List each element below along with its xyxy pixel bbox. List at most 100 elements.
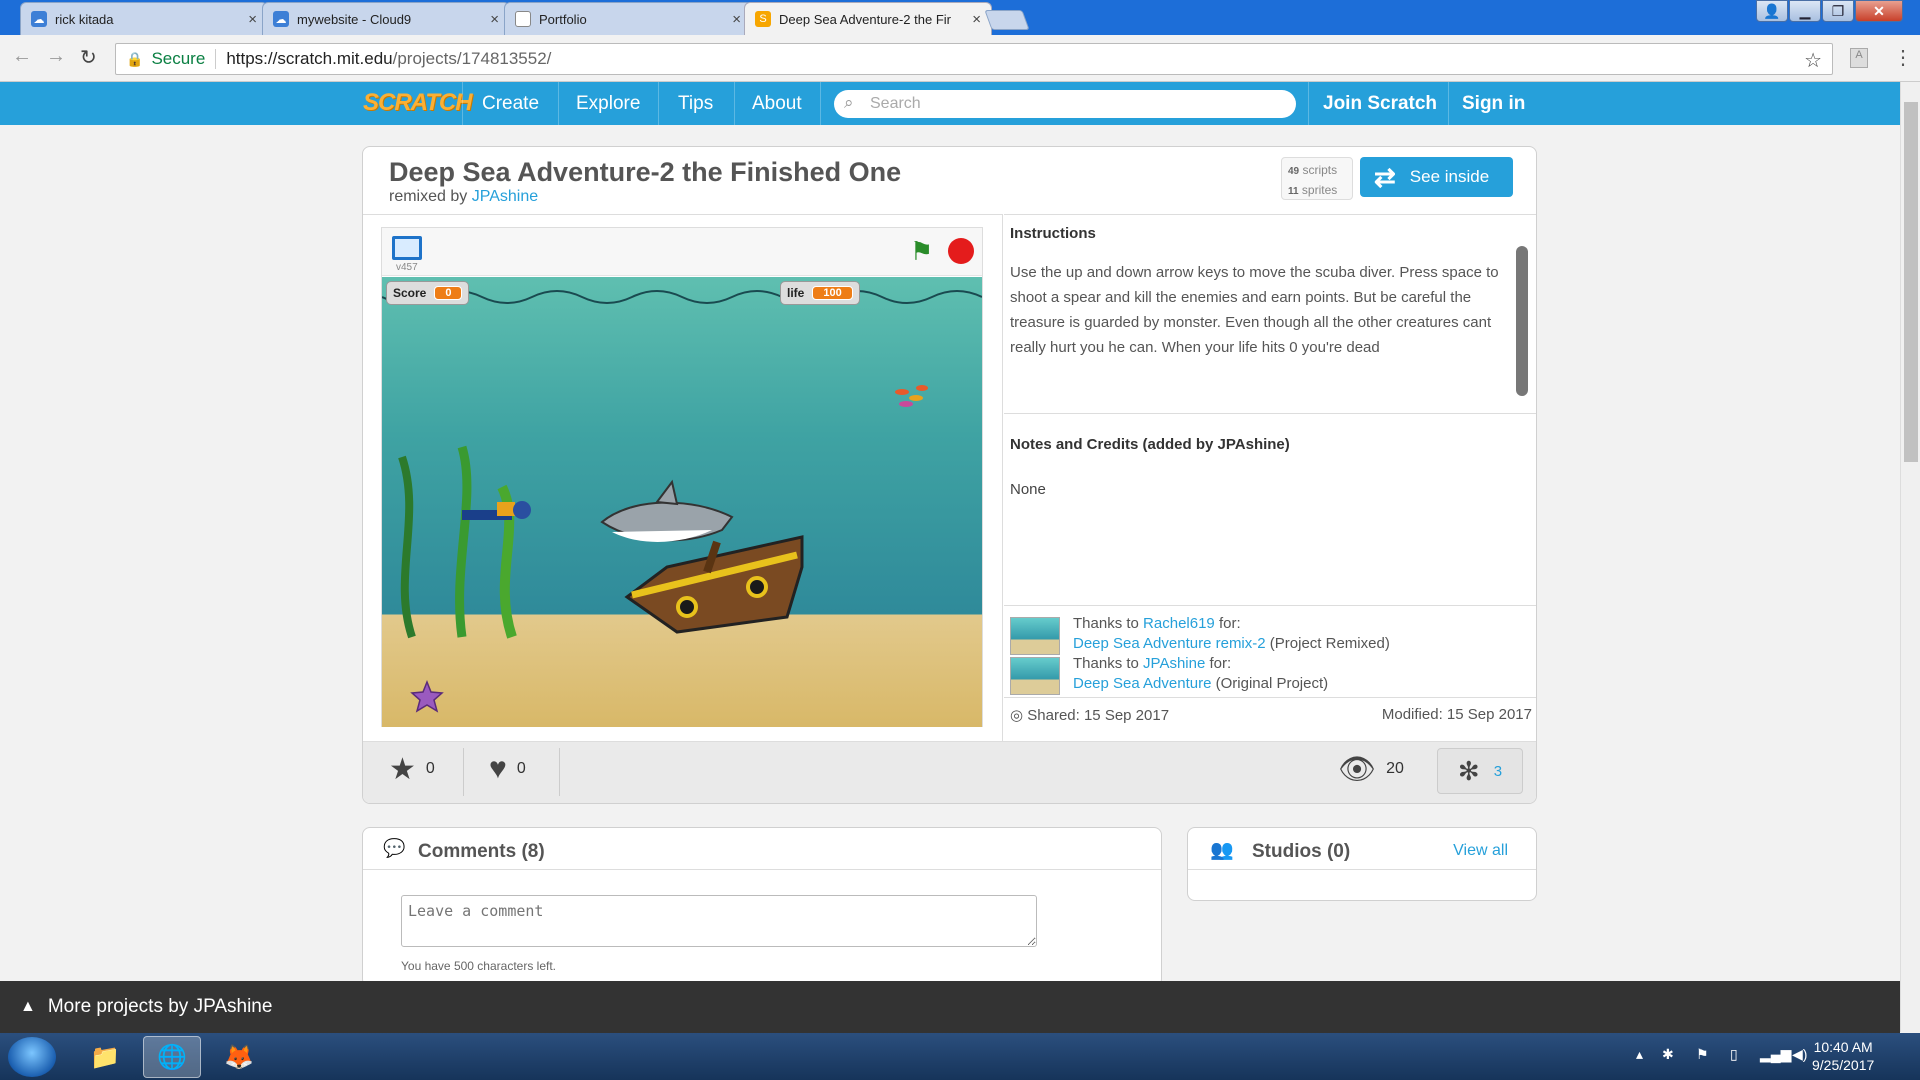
credit-kind: (Project Remixed) <box>1269 635 1390 652</box>
fullscreen-icon[interactable] <box>392 236 422 260</box>
more-projects-bar[interactable]: ▲ More projects by JPAshine <box>0 981 1900 1033</box>
divider <box>559 748 560 796</box>
divider <box>558 82 559 125</box>
stage-scene <box>382 290 982 713</box>
close-icon[interactable]: × <box>490 11 499 28</box>
tab-rick-kitada[interactable]: ☁ rick kitada × <box>20 2 268 35</box>
scrollbar-thumb[interactable] <box>1904 102 1918 462</box>
scratch-logo[interactable]: SCRATCH <box>363 89 473 117</box>
tab-deep-sea-adventure[interactable]: S Deep Sea Adventure-2 the Fir × <box>744 2 992 35</box>
nav-create[interactable]: Create <box>482 93 539 115</box>
nav-about[interactable]: About <box>752 93 802 115</box>
speech-bubble-icon: 💬 <box>383 838 406 858</box>
close-icon[interactable]: × <box>248 11 257 28</box>
starfish <box>410 679 444 713</box>
see-inside-label: See inside <box>1409 167 1490 186</box>
search-icon: ⌕ <box>844 93 854 112</box>
chars-left-text: You have 500 characters left. <box>401 959 556 973</box>
user-profile-icon[interactable]: 👤 <box>1756 0 1788 22</box>
bookmark-star-icon[interactable]: ☆ <box>1804 48 1822 73</box>
address-bar[interactable]: 🔒 Secure https://scratch.mit.edu /projec… <box>115 43 1833 75</box>
credit-user-link[interactable]: JPAshine <box>1143 655 1205 672</box>
system-clock[interactable]: 10:40 AM 9/25/2017 <box>1812 1038 1874 1074</box>
clock-date: 9/25/2017 <box>1812 1057 1875 1073</box>
back-arrow-icon[interactable]: ← <box>12 45 32 68</box>
tab-label: rick kitada <box>55 11 114 27</box>
browser-toolbar: ← → ↻ 🔒 Secure https://scratch.mit.edu /… <box>0 35 1920 82</box>
search-input[interactable]: ⌕ Search <box>834 90 1296 118</box>
life-monitor: life 100 <box>780 281 860 305</box>
network-icon[interactable]: ▂▄▆ <box>1760 1046 1791 1063</box>
love-button[interactable]: ♥ 0 <box>489 742 526 796</box>
sprites-label: sprites <box>1301 183 1338 197</box>
divider <box>1004 605 1536 606</box>
page-scrollbar[interactable] <box>1900 82 1920 1032</box>
sign-in-link[interactable]: Sign in <box>1462 93 1525 115</box>
volume-icon[interactable]: ◀) <box>1792 1046 1807 1063</box>
extension-icon[interactable]: A <box>1850 48 1868 68</box>
author-link[interactable]: JPAshine <box>472 188 538 205</box>
project-thumbnail[interactable] <box>1010 657 1060 695</box>
version-label: v457 <box>396 262 418 273</box>
nav-tips[interactable]: Tips <box>678 93 713 115</box>
project-player: v457 ⚑ Score 0 life 100 <box>381 227 983 727</box>
new-tab-button[interactable] <box>984 10 1030 30</box>
credit-kind: (Original Project) <box>1215 675 1329 692</box>
divider <box>1004 697 1536 698</box>
project-action-bar: ★ 0 ♥ 0 👁 20 ✻ 3 <box>363 741 1536 803</box>
battery-icon[interactable]: ▯ <box>1730 1046 1738 1063</box>
join-scratch-link[interactable]: Join Scratch <box>1323 93 1437 115</box>
thanks-label: Thanks to <box>1073 615 1139 632</box>
tray-app-icon[interactable]: ✱ <box>1662 1046 1674 1063</box>
star-icon: ★ <box>389 752 416 786</box>
chrome-icon[interactable]: 🌐 <box>143 1036 201 1078</box>
seaweed <box>398 455 416 639</box>
credit-project-link[interactable]: Deep Sea Adventure <box>1073 675 1211 692</box>
eye-icon: 👁 <box>1338 752 1377 786</box>
restore-button[interactable]: ❐ <box>1822 0 1854 22</box>
wave-line <box>382 290 982 304</box>
for-label: for: <box>1218 615 1241 632</box>
close-icon[interactable]: × <box>972 11 981 28</box>
nav-explore[interactable]: Explore <box>576 93 640 115</box>
tab-cloud9[interactable]: ☁ mywebsite - Cloud9 × <box>262 2 510 35</box>
see-inside-icon: ⇄ <box>1374 161 1396 192</box>
credit-project-link[interactable]: Deep Sea Adventure remix-2 <box>1073 635 1266 652</box>
forward-arrow-icon[interactable]: → <box>46 45 66 68</box>
instructions-scrollbar[interactable] <box>1516 246 1528 396</box>
firefox-icon[interactable]: 🦊 <box>210 1036 268 1078</box>
lock-icon: 🔒 <box>126 50 144 67</box>
project-thumbnail[interactable] <box>1010 617 1060 655</box>
credit-item: Thanks to JPAshine for: Deep Sea Adventu… <box>1010 655 1530 697</box>
remix-tree-button[interactable]: ✻ 3 <box>1437 748 1523 794</box>
tab-portfolio[interactable]: Portfolio × <box>504 2 752 35</box>
chrome-menu-icon[interactable]: ⋮ <box>1893 45 1913 70</box>
comment-input[interactable] <box>401 895 1037 947</box>
favorite-button[interactable]: ★ 0 <box>389 742 435 796</box>
studios-header: 👥 Studios (0) View all <box>1188 828 1536 870</box>
credit-user-link[interactable]: Rachel619 <box>1143 615 1215 632</box>
credit-line: Thanks to Rachel619 for: <box>1073 615 1241 632</box>
minimize-button[interactable]: ▁ <box>1789 0 1821 22</box>
remix-count: 3 <box>1493 762 1503 780</box>
tab-label: Portfolio <box>539 11 587 27</box>
thanks-label: Thanks to <box>1073 655 1139 672</box>
green-flag-icon[interactable]: ⚑ <box>910 236 933 267</box>
view-all-link[interactable]: View all <box>1453 842 1508 860</box>
see-inside-button[interactable]: ⇄ See inside <box>1360 157 1513 197</box>
project-title: Deep Sea Adventure-2 the Finished One <box>389 157 902 187</box>
start-button[interactable] <box>8 1037 56 1077</box>
remix-tree-icon: ✻ <box>1457 755 1480 786</box>
project-stage[interactable]: Score 0 life 100 <box>382 277 982 727</box>
file-explorer-icon[interactable]: 📁 <box>76 1036 134 1078</box>
scuba-diver <box>462 501 531 520</box>
stop-icon[interactable] <box>948 238 974 264</box>
show-hidden-icons[interactable]: ▴ <box>1636 1046 1643 1063</box>
action-center-icon[interactable]: ⚑ <box>1696 1046 1709 1063</box>
credit-line: Thanks to JPAshine for: <box>1073 655 1231 672</box>
studios-title: Studios (0) <box>1252 841 1351 862</box>
close-window-button[interactable]: ✕ <box>1855 0 1903 22</box>
remix-attribution: remixed by JPAshine <box>389 188 538 206</box>
reload-icon[interactable]: ↻ <box>80 45 97 70</box>
close-icon[interactable]: × <box>732 11 741 28</box>
